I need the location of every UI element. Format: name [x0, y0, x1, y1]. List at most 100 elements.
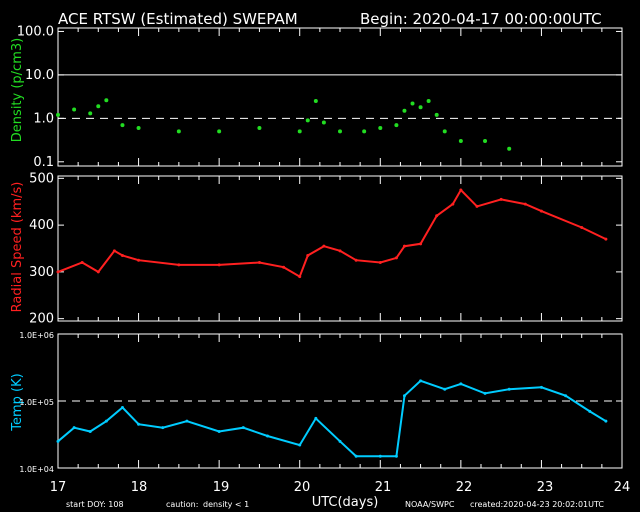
density-point [426, 99, 431, 104]
x-tick-label: 22 [456, 480, 473, 495]
density-point [72, 107, 77, 112]
temp-point [338, 439, 342, 443]
density-point [120, 123, 125, 128]
speed-point [378, 261, 382, 265]
temp-point [56, 439, 60, 443]
speed-point [459, 188, 463, 192]
caution-value: density < 1 [203, 500, 249, 509]
temp-point [604, 419, 608, 423]
temp-point [241, 426, 245, 430]
x-tick-label: 18 [131, 480, 148, 495]
density-point [313, 99, 318, 104]
temp-point [161, 426, 165, 430]
x-tick-label: 20 [294, 480, 311, 495]
y-tick-label: 300 [29, 265, 54, 280]
speed-point [112, 249, 116, 253]
chart-title: ACE RTSW (Estimated) SWEPAM [58, 10, 298, 28]
x-axis-label: UTC(days) [312, 495, 379, 510]
speed-axis-label: Radial Speed (km/s) [10, 182, 25, 313]
temp-series-line [57, 379, 607, 458]
y-tick-label: 400 [29, 218, 54, 233]
temp-panel: 1.0E+04 1.0E+05 1.0E+06 [19, 331, 623, 474]
density-point [176, 129, 181, 134]
temp-point [120, 405, 124, 409]
speed-series-line [57, 188, 607, 279]
speed-frame [57, 175, 623, 322]
density-point [458, 139, 463, 144]
temp-point [507, 387, 511, 391]
temp-point [137, 422, 141, 426]
temp-point [419, 379, 423, 383]
speed-point [354, 258, 358, 262]
y-tick-label: 10.0 [25, 68, 54, 83]
density-panel: 0.1 1.0 10.0 100.0 [17, 24, 623, 170]
density-point [434, 112, 439, 117]
start-doy: start DOY: 108 [66, 500, 124, 509]
speed-point [217, 263, 221, 267]
y-tick-label: 1.0E+06 [19, 331, 54, 340]
density-point [402, 108, 407, 113]
temp-point [402, 394, 406, 398]
speed-point [394, 256, 398, 260]
y-tick-label: 100.0 [17, 24, 54, 39]
speed-point [499, 197, 503, 201]
speed-point [137, 258, 141, 262]
speed-point [120, 254, 124, 258]
x-tick-label: 23 [537, 480, 554, 495]
temp-point [72, 426, 76, 430]
swepam-chart: ACE RTSW (Estimated) SWEPAM Begin: 2020-… [10, 10, 631, 510]
temp-point [314, 416, 318, 420]
speed-point [177, 263, 181, 267]
speed-point [523, 202, 527, 206]
density-point [362, 129, 367, 134]
y-tick-label: 500 [29, 171, 54, 186]
density-point [418, 105, 423, 110]
temp-point [265, 434, 269, 438]
density-point [56, 112, 60, 117]
density-point [483, 139, 488, 144]
x-tick-label: 21 [375, 480, 392, 495]
speed-point [298, 275, 302, 279]
speed-point [257, 261, 261, 265]
density-point [378, 125, 383, 130]
speed-point [402, 244, 406, 248]
x-tick-label: 19 [213, 480, 230, 495]
speed-point [435, 214, 439, 218]
temp-point [217, 430, 221, 434]
density-point [442, 129, 447, 134]
speed-point [580, 225, 584, 229]
temp-point [443, 387, 447, 391]
speed-point [96, 270, 100, 274]
speed-point [475, 204, 479, 208]
density-point [410, 101, 415, 106]
begin-time: Begin: 2020-04-17 00:00:00UTC [360, 10, 602, 28]
density-point [507, 146, 512, 151]
speed-point [419, 242, 423, 246]
temp-point [298, 443, 302, 447]
x-tick-label: 24 [614, 480, 631, 495]
temp-point [394, 454, 398, 458]
temp-point [88, 430, 92, 434]
density-point [217, 129, 222, 134]
caution-label: caution: [166, 500, 198, 509]
temp-point [588, 409, 592, 413]
density-point [297, 129, 302, 134]
density-point [96, 104, 101, 109]
speed-point [539, 209, 543, 213]
y-tick-label: 200 [29, 312, 54, 327]
speed-point [282, 265, 286, 269]
speed-point [451, 202, 455, 206]
temp-point [459, 382, 463, 386]
density-point [305, 118, 310, 123]
temp-point [564, 394, 568, 398]
density-point [136, 125, 141, 130]
y-tick-label: 1.0E+04 [19, 465, 54, 474]
temp-point [354, 454, 358, 458]
density-axis-label: Density (p/cm3) [10, 38, 25, 142]
speed-point [306, 254, 310, 258]
density-frame [57, 27, 623, 167]
source-label: NOAA/SWPC [405, 500, 455, 509]
y-tick-label: 1.0 [33, 111, 54, 126]
density-point [338, 129, 342, 134]
speed-point [338, 249, 342, 253]
